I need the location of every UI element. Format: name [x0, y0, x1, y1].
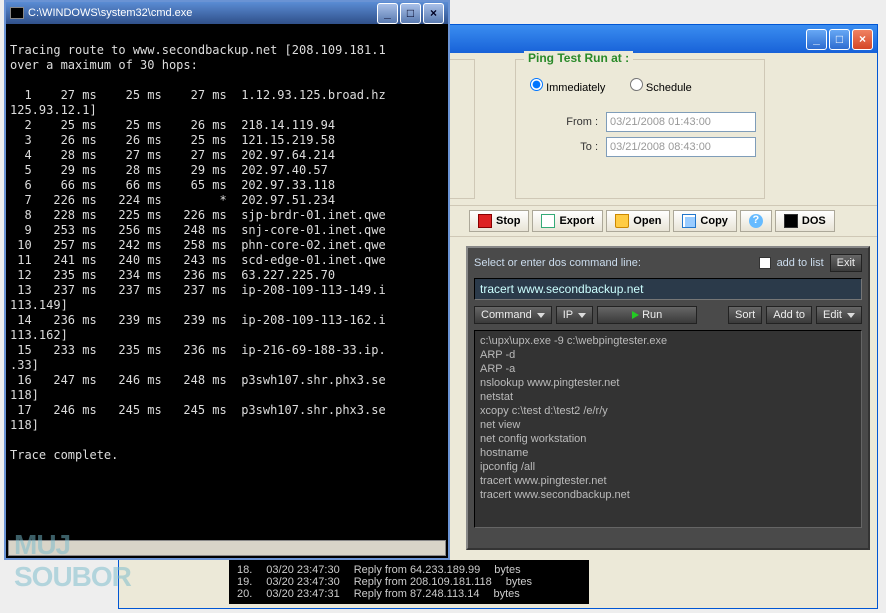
cmd-titlebar: C:\WINDOWS\system32\cmd.exe _ □ × — [6, 2, 448, 24]
addlist-label: add to list — [777, 257, 824, 269]
maximize-button[interactable]: □ — [829, 29, 850, 50]
addlist-checkbox[interactable] — [759, 257, 771, 269]
history-item[interactable]: tracert www.pingtester.net — [478, 474, 858, 488]
help-icon: ? — [749, 214, 763, 228]
cmd-icon — [10, 7, 24, 19]
exit-button[interactable]: Exit — [830, 254, 862, 272]
history-item[interactable]: tracert www.secondbackup.net — [478, 488, 858, 502]
history-item[interactable]: xcopy c:\test d:\test2 /e/r/y — [478, 404, 858, 418]
history-item[interactable]: c:\upx\upx.exe -9 c:\webpingtester.exe — [478, 334, 858, 348]
ip-menu[interactable]: IP — [556, 306, 593, 324]
export-button[interactable]: Export — [532, 210, 603, 232]
to-datetime[interactable] — [606, 137, 756, 157]
cmd-maximize[interactable]: □ — [400, 3, 421, 24]
addto-button[interactable]: Add to — [766, 306, 812, 324]
ping-row: 18.03/20 23:47:30Reply from 64.233.189.9… — [237, 564, 581, 576]
history-item[interactable]: net config workstation — [478, 432, 858, 446]
schedule-title: Ping Test Run at : — [524, 51, 633, 65]
cmd-window: C:\WINDOWS\system32\cmd.exe _ □ × Tracin… — [4, 0, 450, 560]
close-button[interactable]: × — [852, 29, 873, 50]
history-item[interactable]: ARP -a — [478, 362, 858, 376]
copy-button[interactable]: Copy — [673, 210, 737, 232]
dos-button[interactable]: DOS — [775, 210, 835, 232]
play-icon — [632, 311, 639, 319]
ping-results: 18.03/20 23:47:30Reply from 64.233.189.9… — [229, 560, 589, 604]
history-item[interactable]: net view — [478, 418, 858, 432]
cmd-output: Tracing route to www.secondbackup.net [2… — [6, 24, 448, 542]
dos-icon — [784, 214, 798, 228]
dos-history-list[interactable]: c:\upx\upx.exe -9 c:\webpingtester.exeAR… — [474, 330, 862, 528]
ping-row: 20.03/20 23:47:31Reply from 87.248.113.1… — [237, 588, 581, 600]
history-item[interactable]: ARP -d — [478, 348, 858, 362]
run-button[interactable]: Run — [597, 306, 697, 324]
dos-panel: Select or enter dos command line: add to… — [466, 246, 870, 550]
to-label: To : — [524, 141, 598, 153]
command-menu[interactable]: Command — [474, 306, 552, 324]
open-icon — [615, 214, 629, 228]
schedule-group: Ping Test Run at : Immediately Schedule … — [515, 59, 765, 199]
minimize-button[interactable]: _ — [806, 29, 827, 50]
from-label: From : — [524, 116, 598, 128]
schedule-radio[interactable]: Schedule — [630, 82, 692, 94]
history-item[interactable]: hostname — [478, 446, 858, 460]
dos-command-input[interactable] — [474, 278, 862, 300]
export-icon — [541, 214, 555, 228]
stop-icon — [478, 214, 492, 228]
help-button[interactable]: ? — [740, 210, 772, 232]
cmd-close[interactable]: × — [423, 3, 444, 24]
open-button[interactable]: Open — [606, 210, 670, 232]
history-item[interactable]: netstat — [478, 390, 858, 404]
copy-icon — [682, 214, 696, 228]
sort-button[interactable]: Sort — [728, 306, 762, 324]
watermark: MUJSOUBOR — [14, 529, 131, 593]
stop-button[interactable]: Stop — [469, 210, 529, 232]
dos-prompt: Select or enter dos command line: — [474, 257, 753, 269]
cmd-minimize[interactable]: _ — [377, 3, 398, 24]
cmd-title: C:\WINDOWS\system32\cmd.exe — [28, 7, 192, 19]
history-item[interactable]: ipconfig /all — [478, 460, 858, 474]
ping-row: 19.03/20 23:47:30Reply from 208.109.181.… — [237, 576, 581, 588]
edit-menu[interactable]: Edit — [816, 306, 862, 324]
immediately-radio[interactable]: Immediately — [530, 82, 605, 94]
from-datetime[interactable] — [606, 112, 756, 132]
history-item[interactable]: nslookup www.pingtester.net — [478, 376, 858, 390]
